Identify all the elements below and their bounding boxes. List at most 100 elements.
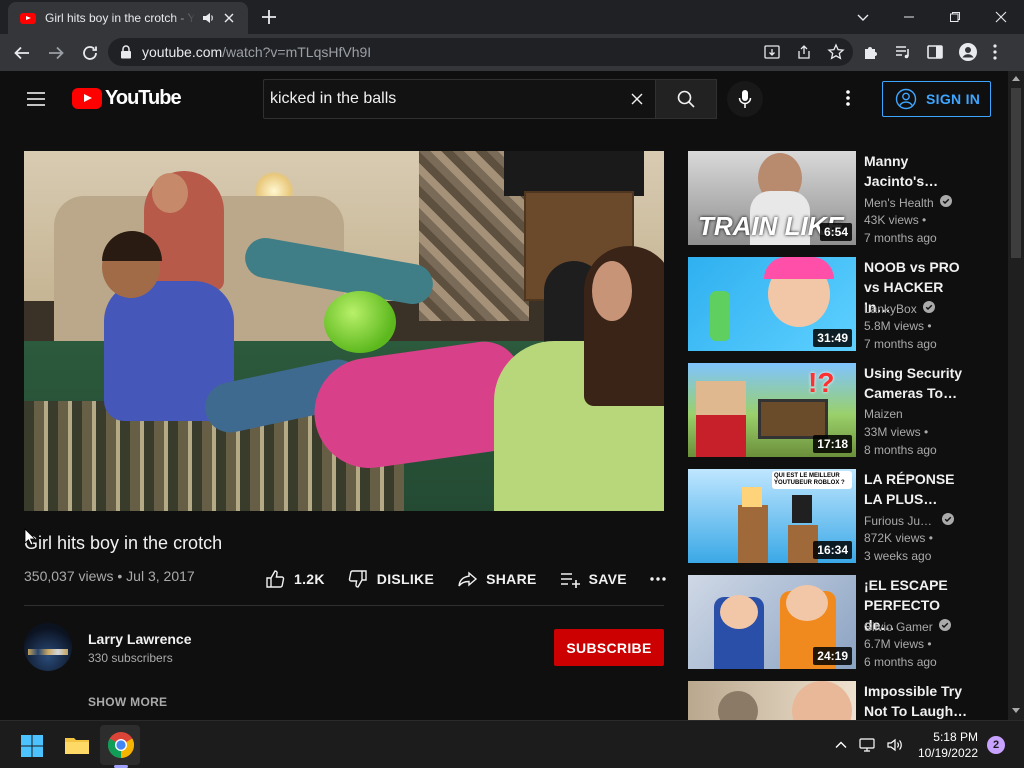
recommended-title: LA RÉPONSE LA PLUS…	[864, 471, 955, 507]
video-duration: 24:19	[813, 647, 852, 665]
dislike-button[interactable]: DISLIKE	[347, 568, 434, 590]
clear-search-icon[interactable]	[629, 91, 645, 107]
channel-label: LankyBox	[864, 301, 917, 316]
channel-avatar[interactable]	[24, 623, 72, 671]
video-meta: 350,037 views • Jul 3, 2017	[24, 568, 195, 584]
back-button[interactable]	[6, 37, 38, 69]
show-more-button[interactable]: SHOW MORE	[88, 695, 167, 709]
chrome-icon[interactable]	[106, 730, 136, 760]
recommended-channel: LankyBox	[864, 301, 935, 316]
recommended-age: 7 months ago	[864, 231, 937, 245]
thumbs-down-icon	[347, 568, 369, 590]
video-thumbnail[interactable]: TRAIN LIKE 6:54	[688, 151, 856, 245]
recommended-video[interactable]: Impossible Try Not To Laugh…	[688, 681, 988, 720]
channel-label: Silvio Gamer	[864, 619, 933, 634]
video-thumbnail[interactable]: QUI EST LE MEILLEUR YOUTUBEUR ROBLOX ? 1…	[688, 469, 856, 563]
browser-tab[interactable]: Girl hits boy in the crotch - YouTube	[8, 2, 248, 34]
recommended-views: 43K views •	[864, 213, 927, 227]
sign-in-button[interactable]: SIGN IN	[882, 81, 991, 117]
recommended-channel: Maizen	[864, 407, 903, 421]
channel-label: Furious Ju…	[864, 513, 933, 528]
voice-search-button[interactable]	[727, 81, 763, 117]
scrollbar-thumb[interactable]	[1011, 88, 1021, 258]
close-window-button[interactable]	[978, 0, 1024, 34]
subscribe-button[interactable]: SUBSCRIBE	[554, 629, 664, 666]
recommended-age: 6 months ago	[864, 655, 937, 669]
install-app-icon[interactable]	[763, 43, 781, 61]
browser-tab-bar: Girl hits boy in the crotch - YouTube	[0, 0, 1024, 34]
more-horizontal-icon	[649, 576, 667, 582]
clock-date: 10/19/2022	[917, 746, 978, 760]
system-clock[interactable]: 5:18 PM 10/19/2022	[916, 729, 978, 761]
scroll-down-icon[interactable]	[1011, 707, 1021, 715]
save-label: SAVE	[588, 571, 627, 587]
extensions-puzzle-icon[interactable]	[862, 43, 880, 61]
share-label: SHARE	[486, 571, 537, 587]
thumbnail-text: QUI EST LE MEILLEUR YOUTUBEUR ROBLOX ?	[772, 471, 852, 489]
chevron-down-icon[interactable]	[852, 6, 874, 28]
notification-badge[interactable]: 2	[987, 736, 1005, 754]
recommended-channel: Furious Ju…	[864, 513, 955, 528]
video-thumbnail[interactable]: !? 17:18	[688, 363, 856, 457]
lock-icon[interactable]	[120, 45, 132, 59]
minimize-button[interactable]	[886, 0, 932, 34]
file-explorer-icon[interactable]	[64, 733, 90, 757]
youtube-logo[interactable]: YouTube	[72, 87, 182, 110]
video-duration: 6:54	[819, 223, 852, 241]
more-actions-button[interactable]	[649, 576, 675, 582]
bookmark-star-icon[interactable]	[827, 43, 845, 61]
share-page-icon[interactable]	[795, 43, 813, 61]
recommended-views: 5.8M views •	[864, 319, 932, 333]
profile-icon[interactable]	[958, 42, 978, 62]
microphone-icon	[738, 89, 752, 109]
recommended-video[interactable]: 24:19 ¡EL ESCAPE PERFECTO de… Silvio Gam…	[688, 575, 988, 669]
verified-check-icon	[922, 301, 935, 316]
recommended-video[interactable]: !? 17:18 Using Security Cameras To… Maiz…	[688, 363, 988, 457]
share-arrow-icon	[456, 568, 478, 590]
address-bar[interactable]: youtube.com/watch?v=mTLqsHfVh9I	[108, 38, 853, 66]
video-thumbnail[interactable]	[688, 681, 856, 720]
video-player[interactable]	[24, 151, 664, 511]
channel-name[interactable]: Larry Lawrence	[88, 631, 192, 647]
system-tray	[834, 737, 904, 753]
recommended-age: 7 months ago	[864, 337, 937, 351]
restore-button[interactable]	[932, 0, 978, 34]
share-button[interactable]: SHARE	[456, 568, 537, 590]
like-button[interactable]: 1.2K	[264, 568, 325, 590]
scroll-up-icon[interactable]	[1011, 74, 1021, 82]
volume-icon[interactable]	[886, 737, 904, 753]
recommended-video[interactable]: TRAIN LIKE 6:54 Manny Jacinto's… Men's H…	[688, 151, 988, 245]
video-thumbnail[interactable]: 24:19	[688, 575, 856, 669]
recommended-channel: Men's Health	[864, 195, 952, 210]
save-button[interactable]: SAVE	[559, 568, 627, 590]
mouse-cursor-icon	[24, 528, 36, 546]
verified-check-icon	[942, 513, 955, 528]
youtube-header: YouTube SIGN IN	[0, 71, 1024, 127]
search-box[interactable]	[263, 79, 655, 119]
chrome-menu-icon[interactable]	[992, 43, 998, 61]
chevron-up-icon[interactable]	[834, 738, 848, 752]
settings-menu-icon[interactable]	[845, 89, 851, 107]
menu-icon[interactable]	[26, 91, 46, 107]
search-input[interactable]	[270, 90, 610, 108]
new-tab-icon[interactable]	[258, 6, 280, 28]
video-actions: 1.2K DISLIKE SHARE SAVE	[264, 568, 697, 590]
thumbnail-house	[758, 399, 828, 439]
video-thumbnail[interactable]: 31:49	[688, 257, 856, 351]
network-icon[interactable]	[858, 737, 876, 753]
recommended-title: Manny Jacinto's…	[864, 153, 939, 189]
recommended-video[interactable]: 31:49 NOOB vs PRO vs HACKER In… LankyBox…	[688, 257, 988, 351]
recommended-video[interactable]: QUI EST LE MEILLEUR YOUTUBEUR ROBLOX ? 1…	[688, 469, 988, 563]
media-control-icon[interactable]	[894, 43, 912, 61]
windows-start-icon[interactable]	[20, 734, 44, 758]
speaker-icon[interactable]	[201, 11, 215, 25]
clock-time: 5:18 PM	[933, 730, 978, 744]
forward-button[interactable]	[40, 37, 72, 69]
close-tab-icon[interactable]	[223, 12, 235, 24]
reload-button[interactable]	[74, 37, 106, 69]
channel-label: Men's Health	[864, 195, 934, 210]
side-panel-icon[interactable]	[926, 43, 944, 61]
search-button[interactable]	[655, 79, 717, 119]
recommended-views: 6.7M views •	[864, 637, 932, 651]
video-frame-man-head	[152, 173, 188, 213]
